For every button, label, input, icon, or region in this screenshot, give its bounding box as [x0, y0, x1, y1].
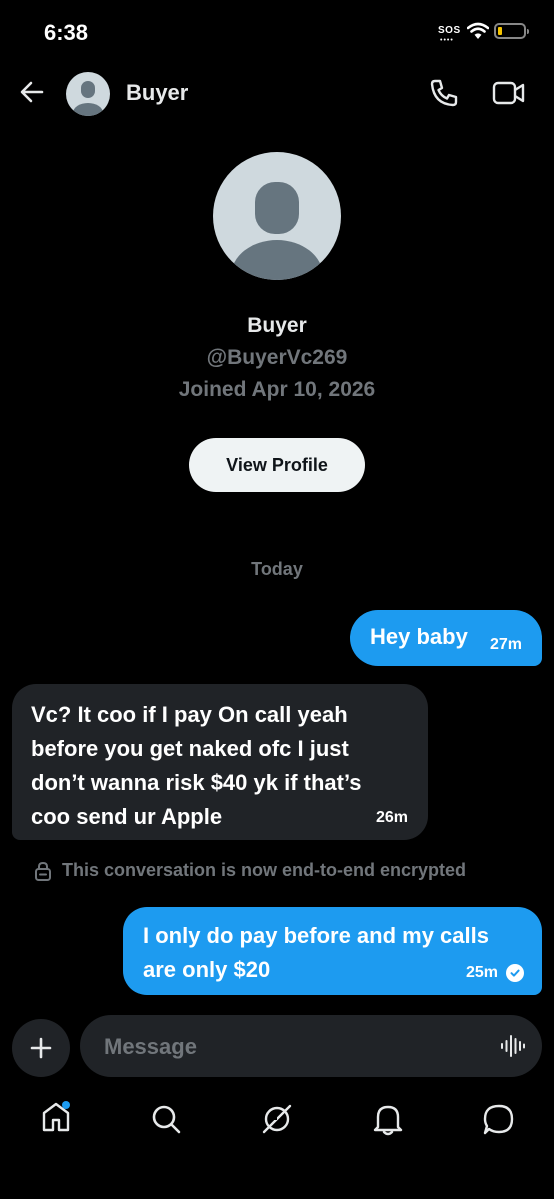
message-text-line: coo send ur Apple: [31, 804, 223, 829]
message-text-line: I only do pay before and my calls: [143, 923, 489, 948]
profile-name: Buyer: [247, 314, 307, 337]
plus-icon: [30, 1037, 52, 1059]
lock-icon: [35, 861, 51, 881]
view-profile-button[interactable]: View Profile: [189, 438, 365, 492]
profile-joined-date: Joined Apr 10, 2026: [178, 378, 376, 401]
status-time: 6:38: [44, 20, 89, 45]
wifi-icon: [467, 22, 489, 39]
message-composer[interactable]: [80, 1015, 542, 1079]
header-contact-name[interactable]: Buyer: [126, 80, 188, 106]
encryption-notice: This conversation is now end-to-end encr…: [34, 860, 466, 881]
battery-icon: [494, 23, 529, 39]
header-avatar[interactable]: [66, 72, 110, 116]
signal-dots: ••••: [440, 37, 454, 44]
date-separator: Today: [251, 559, 303, 579]
outgoing-message-bubble[interactable]: Hey baby 27m: [350, 610, 542, 666]
back-arrow-icon[interactable]: [18, 78, 46, 106]
outgoing-message-bubble[interactable]: I only do pay before and my calls are on…: [123, 907, 542, 995]
bell-icon[interactable]: [373, 1102, 403, 1136]
message-text-line: don’t wanna risk $40 yk if that’s: [31, 770, 362, 795]
message-timestamp: 26m: [375, 809, 408, 826]
phone-call-icon[interactable]: [428, 77, 460, 109]
video-call-icon[interactable]: [492, 80, 526, 106]
grok-icon[interactable]: [260, 1102, 294, 1136]
message-timestamp: 27m: [489, 636, 522, 653]
add-attachment-button[interactable]: [12, 1019, 70, 1077]
profile-avatar[interactable]: [213, 152, 341, 280]
message-input[interactable]: [102, 1015, 486, 1079]
encryption-notice-text: This conversation is now end-to-end encr…: [62, 860, 467, 880]
default-avatar-icon: [73, 81, 103, 116]
message-timestamp: 25m: [465, 964, 498, 981]
voice-message-icon[interactable]: [500, 1034, 526, 1058]
messages-icon[interactable]: [482, 1103, 516, 1137]
incoming-message-bubble[interactable]: Vc? It coo if I pay On call yeah before …: [12, 684, 428, 840]
message-text-line: before you get naked ofc I just: [31, 736, 349, 761]
sos-indicator: SOS: [438, 25, 461, 36]
home-notification-badge: [62, 1101, 70, 1109]
message-text: Hey baby: [370, 624, 468, 649]
default-avatar-icon: [231, 182, 323, 280]
search-icon[interactable]: [150, 1103, 182, 1135]
message-text-line: Vc? It coo if I pay On call yeah: [31, 702, 348, 727]
profile-handle: @BuyerVc269: [206, 346, 348, 369]
read-receipt-icon: [506, 964, 524, 982]
